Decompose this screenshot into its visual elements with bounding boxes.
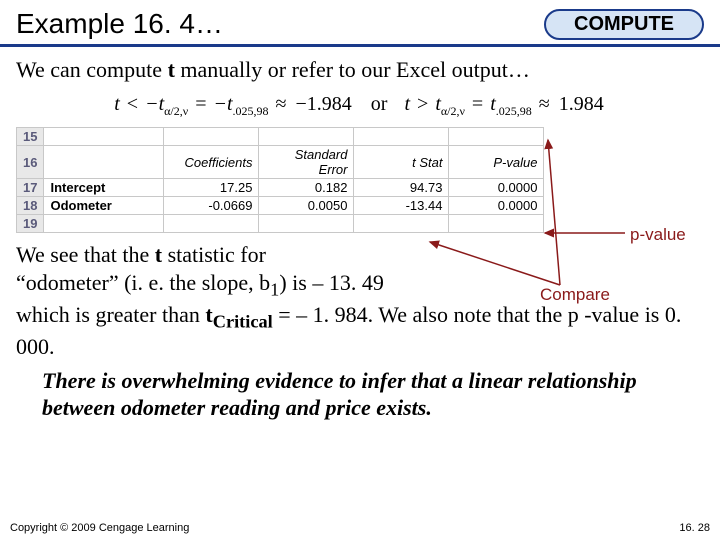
f-sub4: .025,98: [496, 104, 532, 118]
hdr-tstat: t Stat: [354, 146, 449, 179]
compare-annotation: Compare: [540, 285, 610, 305]
f-sub1: α/2,ν: [164, 104, 188, 118]
odometer-label: Odometer: [44, 197, 164, 215]
rownum-16: 16: [17, 146, 44, 179]
empty-cell: [354, 128, 449, 146]
intercept-coef: 17.25: [164, 179, 259, 197]
slide-header: Example 16. 4… COMPUTE: [0, 0, 720, 47]
f-val2: 1.984: [557, 93, 606, 115]
empty-cell: [164, 215, 259, 233]
f-gt: >: [415, 93, 430, 115]
formula: t < −tα/2,ν = −t.025,98 ≈ −1.984 or t > …: [0, 89, 720, 127]
f-t: t: [114, 93, 120, 115]
empty-cell: [259, 128, 354, 146]
c-l2sub: 1: [270, 279, 279, 299]
hdr-coef: Coefficients: [164, 146, 259, 179]
rownum-18: 18: [17, 197, 44, 215]
f-approx2: ≈: [537, 93, 552, 115]
f-negt2: −t: [213, 93, 232, 115]
f-eq2: =: [470, 93, 485, 115]
c-l1a: We see that the: [16, 242, 155, 267]
c-l1c: statistic for: [162, 242, 266, 267]
rownum-17: 17: [17, 179, 44, 197]
c-l2b: ) is – 13. 49: [279, 270, 384, 295]
empty-cell: [354, 215, 449, 233]
empty-cell: [259, 215, 354, 233]
hdr-blank: [44, 146, 164, 179]
rownum-19: 19: [17, 215, 44, 233]
c-l3sub: Critical: [213, 311, 273, 331]
empty-cell: [44, 128, 164, 146]
f-eq1: =: [193, 93, 208, 115]
intercept-t: 94.73: [354, 179, 449, 197]
excel-table: 15 16 Coefficients Standard Error t Stat…: [16, 127, 544, 233]
conclusion-block: We see that the t statistic for “odomete…: [0, 233, 720, 422]
intro-pre: We can compute: [16, 57, 168, 82]
hdr-pval: P-value: [449, 146, 544, 179]
table-row: 17 Intercept 17.25 0.182 94.73 0.0000: [17, 179, 544, 197]
intro-post: manually or refer to our Excel output…: [175, 57, 530, 82]
table-row: 15: [17, 128, 544, 146]
intercept-se: 0.182: [259, 179, 354, 197]
rownum-15: 15: [17, 128, 44, 146]
hdr-se: Standard Error: [259, 146, 354, 179]
empty-cell: [164, 128, 259, 146]
f-lt: <: [125, 93, 140, 115]
intro-text: We can compute t manually or refer to ou…: [0, 47, 720, 89]
c-l2a: “odometer” (i. e. the slope, b: [16, 270, 270, 295]
intercept-label: Intercept: [44, 179, 164, 197]
page-number: 16. 28: [679, 522, 710, 534]
odometer-se: 0.0050: [259, 197, 354, 215]
odometer-t: -13.44: [354, 197, 449, 215]
compute-badge: COMPUTE: [544, 9, 704, 40]
table-row: 18 Odometer -0.0669 0.0050 -13.44 0.0000: [17, 197, 544, 215]
empty-cell: [449, 128, 544, 146]
footer: Copyright © 2009 Cengage Learning 16. 28: [10, 522, 710, 534]
pvalue-annotation: p-value: [630, 225, 686, 245]
f-approx1: ≈: [274, 93, 289, 115]
f-val1: −1.984: [294, 93, 354, 115]
f-negt: −t: [145, 93, 164, 115]
odometer-coef: -0.0669: [164, 197, 259, 215]
c-l3a: which is greater than: [16, 302, 205, 327]
odometer-p: 0.0000: [449, 197, 544, 215]
slide-title: Example 16. 4…: [16, 8, 223, 40]
f-or: or: [369, 93, 390, 115]
empty-cell: [449, 215, 544, 233]
intercept-p: 0.0000: [449, 179, 544, 197]
f-sub3: α/2,ν: [441, 104, 465, 118]
f-t2: t: [404, 93, 410, 115]
c-italic: There is overwhelming evidence to infer …: [16, 361, 704, 422]
f-sub2: .025,98: [233, 104, 269, 118]
c-l1b: t: [155, 242, 162, 267]
table-row: 19: [17, 215, 544, 233]
intro-bold: t: [168, 57, 175, 82]
c-l3b: t: [205, 302, 212, 327]
copyright: Copyright © 2009 Cengage Learning: [10, 522, 189, 534]
empty-cell: [44, 215, 164, 233]
table-row: 16 Coefficients Standard Error t Stat P-…: [17, 146, 544, 179]
